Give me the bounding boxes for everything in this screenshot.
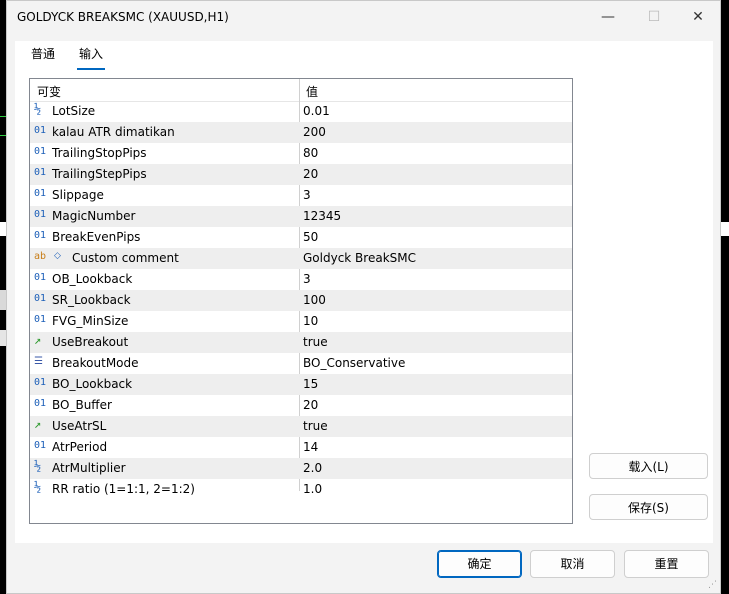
row-value[interactable]: 14 [303, 440, 318, 454]
table-row[interactable]: ab ◇ Custom comment Goldyck BreakSMC [30, 248, 572, 269]
table-row[interactable]: ½ LotSize 0.01 [30, 101, 572, 122]
integer-type-icon: 01 [34, 293, 47, 304]
chart-background-right [721, 0, 729, 594]
load-button[interactable]: 载入(L) [589, 453, 708, 479]
ok-button[interactable]: 确定 [437, 550, 522, 578]
tab-general[interactable]: 普通 [29, 45, 57, 68]
row-variable-name: BO_Buffer [52, 398, 112, 412]
row-variable-name: FVG_MinSize [52, 314, 129, 328]
table-row[interactable]: 01 SR_Lookback 100 [30, 290, 572, 311]
row-variable-name: OB_Lookback [52, 272, 133, 286]
table-row[interactable]: 01 AtrPeriod 14 [30, 437, 572, 458]
row-value[interactable]: 3 [303, 188, 311, 202]
row-value[interactable]: 10 [303, 314, 318, 328]
window-title: GOLDYCK BREAKSMC (XAUUSD,H1) [17, 10, 229, 24]
row-variable-name: MagicNumber [52, 209, 136, 223]
integer-type-icon: 01 [34, 209, 47, 220]
cancel-button[interactable]: 取消 [530, 550, 615, 578]
table-row[interactable]: 01 BO_Buffer 20 [30, 395, 572, 416]
inputs-table: 可变 值 ½ LotSize 0.01 01 kalau ATR dimatikan 20… [29, 78, 573, 524]
enum-type-icon: ☰ [34, 356, 43, 367]
integer-type-icon: 01 [34, 272, 47, 283]
string-type-icon: ab [34, 251, 47, 262]
row-variable-name: UseBreakout [52, 335, 129, 349]
row-variable-name: TrailingStepPips [52, 167, 147, 181]
integer-type-icon: 01 [34, 125, 47, 136]
title-bar[interactable]: GOLDYCK BREAKSMC (XAUUSD,H1) — ☐ ✕ [7, 1, 720, 33]
row-variable-name: SR_Lookback [52, 293, 131, 307]
row-variable-name: LotSize [52, 104, 96, 118]
table-row[interactable]: 01 OB_Lookback 3 [30, 269, 572, 290]
row-variable-name: RR ratio (1=1:1, 2=1:2) [52, 482, 195, 496]
table-row[interactable]: 01 MagicNumber 12345 [30, 206, 572, 227]
properties-dialog: GOLDYCK BREAKSMC (XAUUSD,H1) — ☐ ✕ 普通 输入… [6, 0, 721, 594]
row-variable-name: Slippage [52, 188, 104, 202]
bool-type-icon: ↗ [34, 333, 42, 347]
double-type-icon: ½ [34, 459, 42, 473]
maximize-button: ☐ [647, 9, 661, 25]
integer-type-icon: 01 [34, 230, 47, 241]
row-value[interactable]: BO_Conservative [303, 356, 405, 370]
table-row[interactable]: ☰ BreakoutMode BO_Conservative [30, 353, 572, 374]
table-header: 可变 值 [30, 79, 572, 102]
column-header-value[interactable]: 值 [306, 83, 318, 100]
row-value[interactable]: Goldyck BreakSMC [303, 251, 416, 265]
resize-grip-icon[interactable]: ⋰ [708, 580, 717, 590]
tab-inputs[interactable]: 输入 [77, 45, 106, 70]
row-variable-name: Custom comment [72, 251, 179, 265]
row-variable-name: kalau ATR dimatikan [52, 125, 175, 139]
row-value[interactable]: 20 [303, 398, 318, 412]
tab-panel: 普通 输入 可变 值 ½ LotSize 0.01 01 kalau ATR dimat… [15, 41, 713, 543]
double-type-icon: ½ [34, 480, 42, 494]
row-variable-name: BreakoutMode [52, 356, 139, 370]
integer-type-icon: 01 [34, 146, 47, 157]
column-header-variable[interactable]: 可变 [37, 83, 61, 100]
integer-type-icon: 01 [34, 398, 47, 409]
integer-type-icon: 01 [34, 440, 47, 451]
table-row[interactable]: 01 BO_Lookback 15 [30, 374, 572, 395]
row-value[interactable]: 15 [303, 377, 318, 391]
row-value[interactable]: 0.01 [303, 104, 330, 118]
row-value[interactable]: true [303, 419, 328, 433]
bool-type-icon: ↗ [34, 417, 42, 431]
table-row[interactable]: 01 TrailingStopPips 80 [30, 143, 572, 164]
table-row[interactable]: ½ RR ratio (1=1:1, 2=1:2) 1.0 [30, 479, 572, 500]
table-row[interactable]: ½ AtrMultiplier 2.0 [30, 458, 572, 479]
table-row[interactable]: 01 TrailingStepPips 20 [30, 164, 572, 185]
table-row[interactable]: 01 BreakEvenPips 50 [30, 227, 572, 248]
table-row[interactable]: ↗ UseAtrSL true [30, 416, 572, 437]
row-variable-name: BO_Lookback [52, 377, 133, 391]
row-value[interactable]: 200 [303, 125, 326, 139]
row-value[interactable]: 2.0 [303, 461, 322, 475]
row-variable-name: BreakEvenPips [52, 230, 141, 244]
row-variable-name: AtrMultiplier [52, 461, 126, 475]
reset-button[interactable]: 重置 [624, 550, 709, 578]
row-value[interactable]: 1.0 [303, 482, 322, 496]
close-button[interactable]: ✕ [675, 1, 721, 33]
minimize-button[interactable]: — [585, 1, 631, 33]
row-value[interactable]: 80 [303, 146, 318, 160]
row-value[interactable]: 3 [303, 272, 311, 286]
table-row[interactable]: 01 Slippage 3 [30, 185, 572, 206]
row-value[interactable]: 12345 [303, 209, 341, 223]
save-button[interactable]: 保存(S) [589, 494, 708, 520]
row-value[interactable]: 50 [303, 230, 318, 244]
integer-type-icon: 01 [34, 377, 47, 388]
table-row[interactable]: ↗ UseBreakout true [30, 332, 572, 353]
group-bullet-icon: ◇ [54, 251, 61, 261]
double-type-icon: ½ [34, 102, 42, 116]
row-value[interactable]: 100 [303, 293, 326, 307]
table-row[interactable]: 01 kalau ATR dimatikan 200 [30, 122, 572, 143]
row-variable-name: AtrPeriod [52, 440, 108, 454]
integer-type-icon: 01 [34, 167, 47, 178]
row-value[interactable]: true [303, 335, 328, 349]
integer-type-icon: 01 [34, 188, 47, 199]
table-row[interactable]: 01 FVG_MinSize 10 [30, 311, 572, 332]
row-variable-name: UseAtrSL [52, 419, 107, 433]
row-value[interactable]: 20 [303, 167, 318, 181]
row-variable-name: TrailingStopPips [52, 146, 147, 160]
integer-type-icon: 01 [34, 314, 47, 325]
